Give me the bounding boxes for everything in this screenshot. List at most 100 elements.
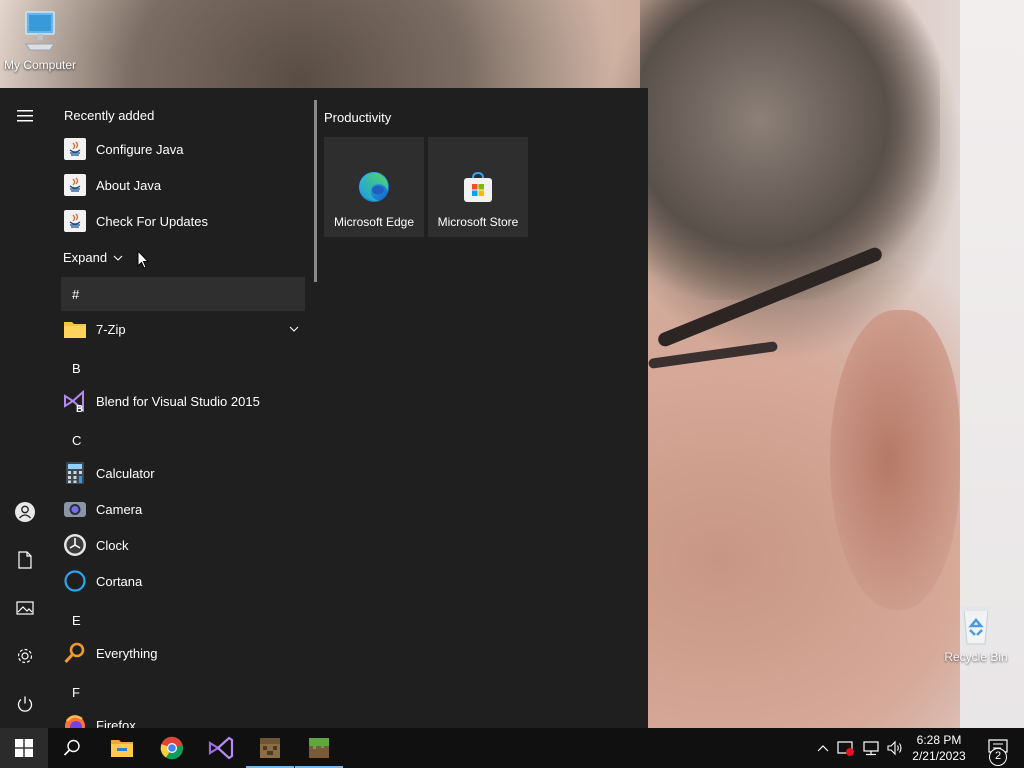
pictures-button[interactable] [0,588,50,628]
app-label: Calculator [96,465,155,481]
java-icon [63,209,87,233]
expand-label: Expand [63,250,108,265]
app-label: Camera [96,501,143,517]
app-list-scrollbar[interactable] [314,100,317,282]
taskbar-file-explorer[interactable] [98,728,146,768]
minecraft-icon [309,738,329,758]
app-camera[interactable]: Camera [50,491,312,527]
notification-count: 2 [994,750,1002,762]
taskbar: 6:28 PM 2/21/2023 [0,728,1024,768]
java-icon [63,137,87,161]
start-button[interactable] [0,728,48,768]
app-blend[interactable]: B Blend for Visual Studio 2015 [50,383,312,419]
camera-icon [63,497,87,521]
group-header-b[interactable]: B [72,361,81,376]
app-label: Check For Updates [96,213,208,229]
firefox-icon [63,713,87,728]
chevron-down-icon [289,326,299,332]
search-button[interactable] [48,728,96,768]
svg-text:B: B [76,404,83,413]
app-cortana[interactable]: Cortana [50,563,312,599]
clock-icon [63,533,87,557]
chevron-down-icon [113,255,123,261]
wallpaper-ear [830,310,960,610]
folder-icon [63,317,87,341]
app-label: Blend for Visual Studio 2015 [96,393,260,409]
java-icon [63,173,87,197]
blend-icon: B [63,389,87,413]
show-hidden-icons-button[interactable] [814,728,832,768]
cortana-icon [63,569,87,593]
tile-label: Microsoft Edge [333,215,415,229]
app-configure-java[interactable]: Configure Java [50,131,312,167]
document-icon [18,551,32,569]
file-explorer-icon [111,740,133,757]
app-firefox[interactable]: Firefox [50,707,312,728]
windows-logo-icon [15,739,33,757]
app-label: Clock [96,537,129,553]
app-label: About Java [96,177,162,193]
group-header-e[interactable]: E [72,613,81,628]
start-menu: Recently added Configure Java About Java… [0,88,648,728]
wallpaper-hair [640,0,940,300]
expand-recent-button[interactable]: Expand [63,250,123,265]
taskbar-visual-studio[interactable] [197,728,245,768]
power-button[interactable] [0,684,50,724]
settings-icon [17,648,33,664]
computer-icon [25,11,55,51]
taskbar-clock[interactable]: 6:28 PM 2/21/2023 [904,732,974,764]
minecraft-launcher-icon [260,738,280,758]
user-icon [15,502,35,522]
user-account-button[interactable] [0,492,50,532]
tile-label: Microsoft Store [437,215,519,229]
edge-icon [357,169,391,205]
power-icon [17,696,33,712]
app-7zip-folder[interactable]: 7-Zip [50,311,312,347]
app-check-for-updates[interactable]: Check For Updates [50,203,312,239]
tile-microsoft-store[interactable]: Microsoft Store [428,137,528,237]
search-icon [63,739,80,756]
group-header-c[interactable]: C [72,433,81,448]
clock-date: 2/21/2023 [912,749,966,763]
desktop-icon-recycle-bin[interactable]: Recycle Bin [936,604,1016,664]
taskbar-chrome[interactable] [148,728,196,768]
tiles-group-productivity[interactable]: Productivity [324,110,391,125]
start-rail [0,88,50,728]
tray-network[interactable] [860,728,882,768]
group-header-hash[interactable]: # [61,277,305,311]
app-label: Everything [96,645,158,661]
app-label: Cortana [96,573,143,589]
notification-count-badge: 2 [988,747,1008,768]
taskbar-minecraft-launcher[interactable] [246,728,294,768]
app-clock[interactable]: Clock [50,527,312,563]
volume-icon [887,740,902,756]
calculator-icon [63,461,87,485]
app-everything[interactable]: Everything [50,635,312,671]
app-list: Recently added Configure Java About Java… [50,88,312,728]
pictures-icon [16,601,34,615]
desktop-icon-label: Recycle Bin [944,650,1008,664]
desktop-icon-my-computer[interactable]: My Computer [0,10,80,72]
desktop-icon-label: My Computer [3,58,77,72]
recycle-bin-icon [962,607,990,645]
chevron-up-icon [817,745,829,752]
group-header-f[interactable]: F [72,685,80,700]
documents-button[interactable] [0,540,50,580]
app-calculator[interactable]: Calculator [50,455,312,491]
app-label: 7-Zip [96,321,126,337]
app-label: Firefox [96,717,136,729]
mouse-cursor-icon [137,250,149,269]
visual-studio-icon [208,736,234,760]
tray-volume[interactable] [884,728,906,768]
expand-menu-button[interactable] [0,96,50,136]
tray-security[interactable] [836,728,856,768]
tile-microsoft-edge[interactable]: Microsoft Edge [324,137,424,237]
everything-icon [63,641,87,665]
chrome-icon [160,736,184,760]
menu-icon [17,110,33,122]
taskbar-minecraft[interactable] [295,728,343,768]
store-icon [461,169,495,205]
app-about-java[interactable]: About Java [50,167,312,203]
network-icon [863,741,879,756]
settings-button[interactable] [0,636,50,676]
